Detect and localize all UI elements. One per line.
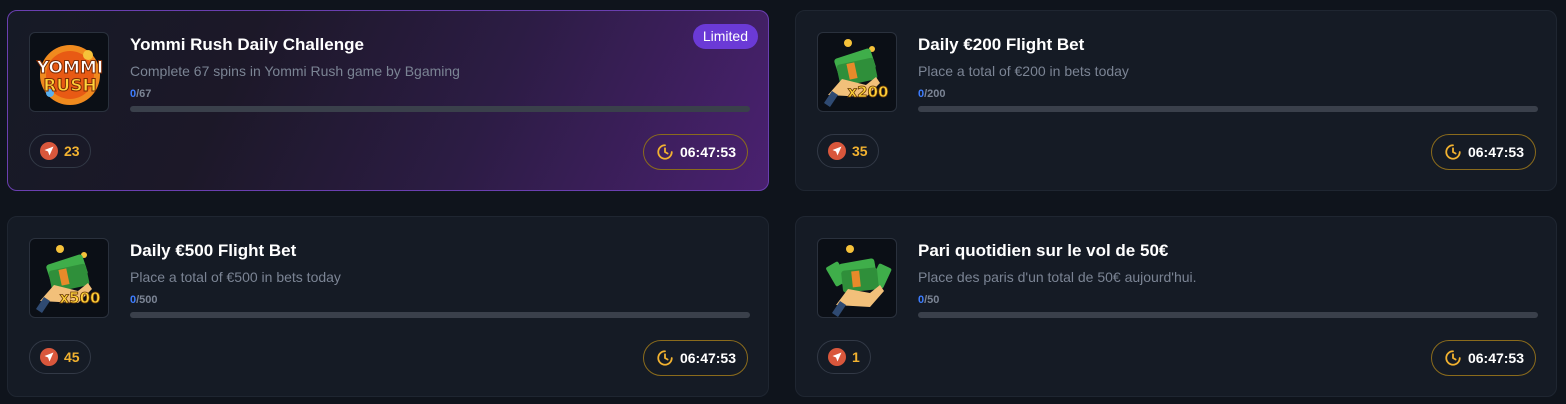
timer-value: 06:47:53 [679,144,736,160]
challenge-card-daily-200[interactable]: x200 Daily €200 Flight Bet Place a total… [795,10,1557,191]
progress-total: /500 [136,294,158,306]
svg-text:YOMMI: YOMMI [36,58,103,78]
plane-icon [828,348,846,366]
challenge-title: Pari quotidien sur le vol de 50€ [918,241,1169,260]
challenge-title: Daily €200 Flight Bet [918,35,1085,54]
points-pill: 45 [29,340,91,374]
challenge-thumbnail: YOMMI RUSH [29,32,109,112]
challenges-grid: YOMMI RUSH Yommi Rush Daily Challenge Co… [0,0,1566,404]
svg-text:x200: x200 [848,83,889,101]
clock-icon [1444,349,1462,367]
money-hand-icon [826,245,892,317]
challenge-thumbnail: x500 [29,238,109,318]
challenge-description: Place a total of €200 in bets today [918,63,1129,79]
timer-pill: 06:47:53 [1430,340,1536,376]
points-value: 35 [852,143,868,159]
points-pill: 35 [817,134,879,168]
yommi-rush-logo: YOMMI RUSH [35,45,104,105]
challenge-thumbnail [817,238,897,318]
points-pill: 23 [29,134,91,168]
timer-value: 06:47:53 [679,350,736,366]
challenge-card-yommi-rush[interactable]: YOMMI RUSH Yommi Rush Daily Challenge Co… [7,10,769,191]
challenge-card-daily-500[interactable]: x500 Daily €500 Flight Bet Place a total… [7,216,769,397]
challenge-thumbnail: x200 [817,32,897,112]
timer-pill: 06:47:53 [642,134,748,170]
challenge-card-pari-50[interactable]: Pari quotidien sur le vol de 50€ Place d… [795,216,1557,397]
progress-bar [918,106,1538,112]
plane-icon [40,348,58,366]
svg-text:x500: x500 [60,289,101,307]
plane-icon [828,142,846,160]
points-value: 23 [64,143,80,159]
progress-bar [918,312,1538,318]
clock-icon [656,143,674,161]
progress-text: 0/200 [918,88,946,100]
timer-pill: 06:47:53 [1430,134,1536,170]
challenge-title: Yommi Rush Daily Challenge [130,35,364,54]
points-value: 45 [64,349,80,365]
progress-total: /200 [924,88,946,100]
clock-icon [1444,143,1462,161]
money-hand-icon: x200 [824,39,889,107]
timer-pill: 06:47:53 [642,340,748,376]
progress-total: /67 [136,88,152,100]
progress-bar [130,106,750,112]
points-value: 1 [852,349,860,365]
limited-badge: Limited [692,24,758,49]
progress-text: 0/50 [918,294,939,306]
challenge-description: Complete 67 spins in Yommi Rush game by … [130,63,460,79]
progress-text: 0/67 [130,88,151,100]
money-hand-icon: x500 [36,245,101,313]
challenge-description: Place des paris d'un total de 50€ aujour… [918,269,1197,285]
svg-text:RUSH: RUSH [43,76,96,96]
progress-text: 0/500 [130,294,158,306]
challenge-description: Place a total of €500 in bets today [130,269,341,285]
progress-bar [130,312,750,318]
clock-icon [656,349,674,367]
plane-icon [40,142,58,160]
challenge-title: Daily €500 Flight Bet [130,241,297,260]
timer-value: 06:47:53 [1467,350,1524,366]
points-pill: 1 [817,340,871,374]
timer-value: 06:47:53 [1467,144,1524,160]
progress-total: /50 [924,294,940,306]
